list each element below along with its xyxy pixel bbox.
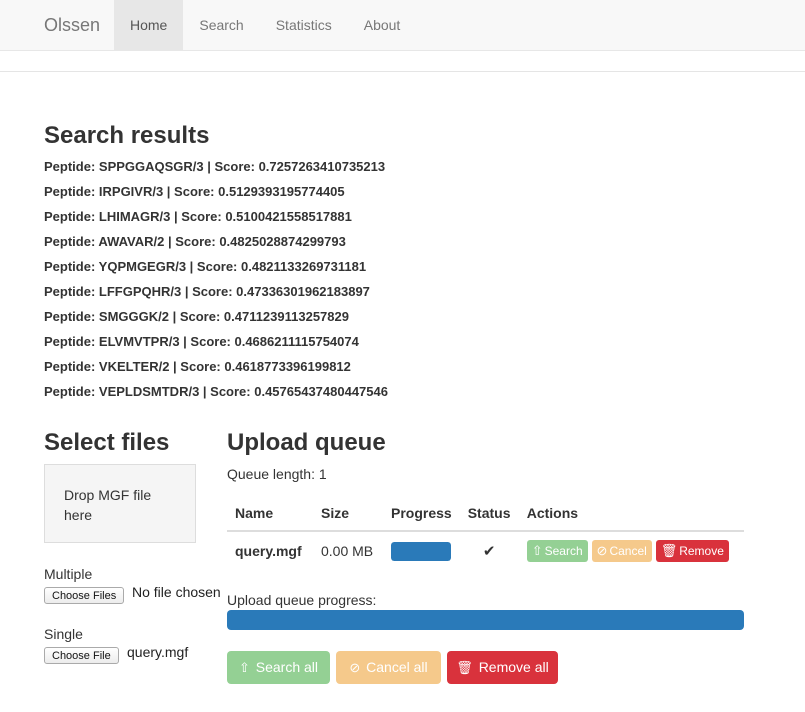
navbar: Olssen Home Search Statistics About xyxy=(0,0,805,51)
row-progress-bar xyxy=(391,541,451,561)
col-name: Name xyxy=(227,496,313,532)
multiple-file-status: No file chosen xyxy=(132,584,221,600)
remove-button[interactable]: 🗑 Remove xyxy=(655,540,729,562)
result-item: Peptide: ELVMVTPR/3 | Score: 0.468621111… xyxy=(44,334,359,349)
result-item: Peptide: SMGGGK/2 | Score: 0.47112391132… xyxy=(44,309,349,324)
choose-file-button[interactable]: Choose File xyxy=(44,647,119,664)
search-all-button[interactable]: ⇧ Search all xyxy=(227,651,330,684)
col-progress: Progress xyxy=(383,496,460,532)
circle-arrow-up-icon: ⇧ xyxy=(531,543,543,558)
progress-cell xyxy=(383,531,460,570)
remove-button-label: Remove xyxy=(679,544,724,558)
upload-queue-title: Upload queue xyxy=(227,429,386,456)
result-item: Peptide: LFFGPQHR/3 | Score: 0.473363019… xyxy=(44,284,370,299)
select-files-title: Select files xyxy=(44,429,170,456)
nav-menu: Home Search Statistics About xyxy=(114,0,416,50)
ban-icon: ⊘ xyxy=(349,660,361,675)
table-row: query.mgf 0.00 MB ✔ ⇧ Search ⊘ Cancel 🗑 Rem… xyxy=(227,531,744,570)
result-item: Peptide: SPPGGAQSGR/3 | Score: 0.7257263… xyxy=(44,159,386,174)
result-item: Peptide: VEPLDSMTDR/3 | Score: 0.4576543… xyxy=(44,384,388,399)
queue-progress-bar xyxy=(227,610,744,630)
nav-about[interactable]: About xyxy=(348,0,417,50)
cancel-all-button[interactable]: ⊘ Cancel all xyxy=(336,651,441,684)
queue-progress-track xyxy=(227,610,744,630)
result-item: Peptide: AWAVAR/2 | Score: 0.48250288742… xyxy=(44,234,346,249)
choose-files-button[interactable]: Choose Files xyxy=(44,587,125,604)
nav-search[interactable]: Search xyxy=(183,0,259,50)
queue-progress-label: Upload queue progress: xyxy=(227,592,377,608)
cancel-all-label: Cancel all xyxy=(366,659,428,675)
cancel-button-label: Cancel xyxy=(609,544,647,558)
result-item: Peptide: IRPGIVR/3 | Score: 0.5129393195… xyxy=(44,184,345,199)
result-item: Peptide: VKELTER/2 | Score: 0.4618773396… xyxy=(44,359,351,374)
queue-table: Name Size Progress Status Actions query.… xyxy=(227,496,744,570)
cancel-button[interactable]: ⊘ Cancel xyxy=(591,540,652,562)
search-all-label: Search all xyxy=(255,659,319,675)
multiple-label: Multiple xyxy=(44,566,93,582)
search-button[interactable]: ⇧ Search xyxy=(526,540,588,562)
trash-icon: 🗑 xyxy=(660,543,678,558)
check-icon: ✔ xyxy=(482,543,496,560)
col-size: Size xyxy=(313,496,383,532)
remove-all-button[interactable]: 🗑 Remove all xyxy=(447,651,558,684)
brand[interactable]: Olssen xyxy=(44,0,100,50)
col-actions: Actions xyxy=(518,496,744,532)
search-results-title: Search results xyxy=(44,122,210,149)
file-size: 0.00 MB xyxy=(321,543,374,559)
result-item: Peptide: LHIMAGR/3 | Score: 0.5100421558… xyxy=(44,209,352,224)
col-status: Status xyxy=(459,496,519,532)
status-cell: ✔ xyxy=(460,531,519,570)
nav-statistics[interactable]: Statistics xyxy=(260,0,348,50)
nav-home[interactable]: Home xyxy=(114,0,184,50)
single-label: Single xyxy=(44,626,83,642)
search-button-label: Search xyxy=(544,544,583,558)
row-progress-track xyxy=(391,541,451,561)
results-list: Peptide: SPPGGAQSGR/3 | Score: 0.7257263… xyxy=(44,154,388,404)
divider xyxy=(0,71,805,72)
single-file-status: query.mgf xyxy=(127,644,189,660)
remove-all-label: Remove all xyxy=(478,659,549,675)
trash-icon: 🗑 xyxy=(456,660,473,675)
queue-length: Queue length: 1 xyxy=(227,466,327,482)
file-name: query.mgf xyxy=(235,543,302,559)
drop-zone[interactable]: Drop MGF file here xyxy=(44,464,196,543)
ban-icon: ⊘ xyxy=(596,543,608,558)
actions-cell: ⇧ Search ⊘ Cancel 🗑 Remove xyxy=(519,531,744,570)
result-item: Peptide: YQPMGEGR/3 | Score: 0.482113326… xyxy=(44,259,367,274)
circle-arrow-up-icon: ⇧ xyxy=(238,660,250,675)
